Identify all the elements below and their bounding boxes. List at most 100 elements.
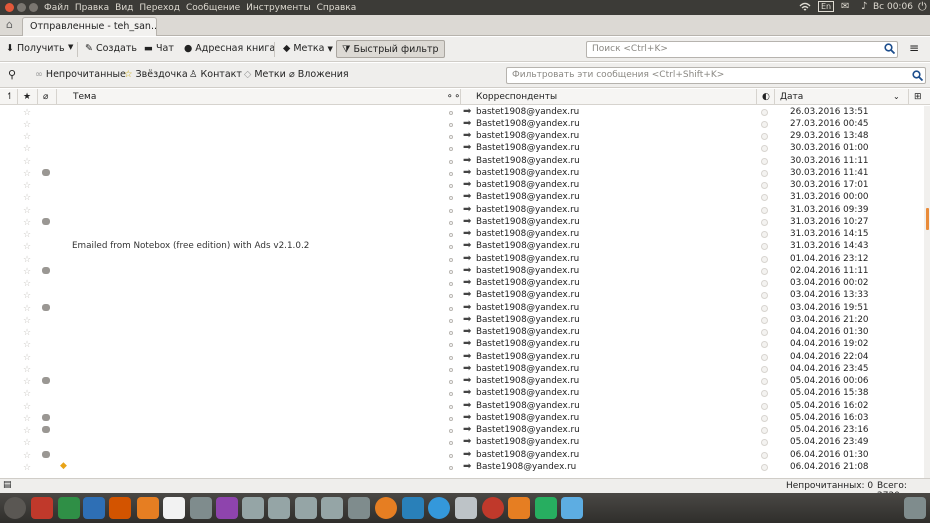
message-row[interactable]: ☆ ➡ Baste1908@yandex.ru 06.04.2016 21:08 xyxy=(0,461,924,474)
read-status-icon[interactable] xyxy=(449,257,453,262)
star-column-icon[interactable]: ★ xyxy=(23,92,31,102)
message-row[interactable]: ☆ ➡ Bastet1908@yandex.ru 31.03.2016 00:00 xyxy=(0,191,924,204)
star-toggle-icon[interactable]: ☆ xyxy=(23,267,31,277)
junk-status-icon[interactable] xyxy=(761,463,768,471)
drive-icon[interactable] xyxy=(242,497,264,519)
read-status-column-icon[interactable]: ⚬⚬ xyxy=(446,92,461,102)
junk-status-icon[interactable] xyxy=(761,267,768,275)
junk-status-icon[interactable] xyxy=(761,304,768,312)
read-status-icon[interactable] xyxy=(449,306,453,311)
presentation-icon[interactable] xyxy=(109,497,131,519)
read-status-icon[interactable] xyxy=(449,416,453,421)
document-icon[interactable] xyxy=(83,497,105,519)
message-row[interactable]: ☆ ➡ bastet1908@yandex.ru 02.04.2016 11:11 xyxy=(0,265,924,278)
junk-status-icon[interactable] xyxy=(761,390,768,398)
activity-icon[interactable]: ▤ xyxy=(3,480,12,490)
read-status-icon[interactable] xyxy=(449,441,453,446)
message-row[interactable]: ☆ ➡ Bastet1908@yandex.ru 30.03.2016 11:11 xyxy=(0,155,924,168)
message-row[interactable]: ☆ ➡ bastet1908@yandex.ru 05.04.2016 00:06 xyxy=(0,375,924,388)
vlc-icon[interactable] xyxy=(508,497,530,519)
junk-status-icon[interactable] xyxy=(761,316,768,324)
read-status-icon[interactable] xyxy=(449,220,453,225)
cloud-icon[interactable] xyxy=(561,497,583,519)
message-row[interactable]: ☆ ➡ Bastet1908@yandex.ru 31.03.2016 10:27 xyxy=(0,216,924,229)
star-toggle-icon[interactable]: ☆ xyxy=(23,181,31,191)
read-status-icon[interactable] xyxy=(449,355,453,360)
compose-button[interactable]: ✎ Создать xyxy=(85,43,137,54)
menu-help[interactable]: Справка xyxy=(317,3,357,13)
thread-column-icon[interactable]: ↿ xyxy=(6,92,14,102)
filter-starred-button[interactable]: ☆ Звёздочка xyxy=(124,69,188,80)
junk-status-icon[interactable] xyxy=(761,329,768,336)
junk-status-icon[interactable] xyxy=(761,169,768,177)
junk-status-icon[interactable] xyxy=(761,414,768,422)
message-row[interactable]: ☆ ➡ bastet1908@yandex.ru 04.04.2016 23:45 xyxy=(0,363,924,376)
message-row[interactable]: ☆ ➡ Bastet1908@yandex.ru 04.04.2016 19:02 xyxy=(0,338,924,351)
filter-attachments-button[interactable]: ⌀ Вложения xyxy=(289,69,349,80)
menu-go[interactable]: Переход xyxy=(139,3,180,13)
message-row[interactable]: ☆ ➡ Bastet1908@yandex.ru 05.04.2016 16:02 xyxy=(0,400,924,413)
message-row[interactable]: ☆ ➡ Bastet1908@yandex.ru 05.04.2016 23:16 xyxy=(0,424,924,437)
read-status-icon[interactable] xyxy=(449,269,453,274)
junk-status-icon[interactable] xyxy=(761,194,768,202)
spreadsheet-icon[interactable] xyxy=(58,497,80,519)
message-row[interactable]: ☆ ➡ bastet1908@yandex.ru 31.03.2016 09:39 xyxy=(0,204,924,217)
message-row[interactable]: ☆ ➡ Bastet1908@yandex.ru 27.03.2016 00:45 xyxy=(0,118,924,131)
software-center-icon[interactable] xyxy=(137,497,159,519)
message-row[interactable]: ☆ Emailed from Notebox (free edition) wit… xyxy=(0,240,924,253)
read-status-icon[interactable] xyxy=(449,196,453,201)
media-icon[interactable] xyxy=(216,497,238,519)
star-toggle-icon[interactable]: ☆ xyxy=(23,451,31,461)
message-row[interactable]: ☆ ➡ Bastet1908@yandex.ru 04.04.2016 01:30 xyxy=(0,326,924,339)
read-status-icon[interactable] xyxy=(449,453,453,458)
read-status-icon[interactable] xyxy=(449,331,453,335)
star-toggle-icon[interactable]: ☆ xyxy=(23,193,31,203)
junk-status-icon[interactable] xyxy=(761,182,768,189)
calculator-icon[interactable] xyxy=(348,497,370,519)
star-toggle-icon[interactable]: ☆ xyxy=(23,328,31,338)
star-toggle-icon[interactable]: ☆ xyxy=(23,230,31,240)
junk-status-icon[interactable] xyxy=(761,243,768,251)
star-toggle-icon[interactable]: ☆ xyxy=(23,206,31,216)
read-status-icon[interactable] xyxy=(449,122,453,127)
star-toggle-icon[interactable]: ☆ xyxy=(23,426,31,436)
pin-icon[interactable]: ⚲ xyxy=(8,68,16,81)
junk-status-icon[interactable] xyxy=(761,255,768,263)
star-toggle-icon[interactable]: ☆ xyxy=(23,255,31,265)
app-menu-icon[interactable]: ⌂ xyxy=(6,18,13,31)
read-status-icon[interactable] xyxy=(449,429,453,433)
read-status-icon[interactable] xyxy=(449,294,453,299)
star-toggle-icon[interactable]: ☆ xyxy=(23,132,31,142)
maximize-window-button[interactable] xyxy=(29,3,38,12)
read-status-icon[interactable] xyxy=(449,465,453,470)
tag-button[interactable]: ◆ Метка ▼ xyxy=(283,43,333,54)
search-icon[interactable] xyxy=(884,43,896,57)
junk-status-icon[interactable] xyxy=(761,378,768,385)
correspondents-column-header[interactable]: Корреспонденты xyxy=(476,92,557,102)
message-row[interactable]: ☆ ➡ bastet1908@yandex.ru 05.04.2016 16:03 xyxy=(0,412,924,425)
read-status-icon[interactable] xyxy=(449,245,453,250)
trash-icon[interactable] xyxy=(904,497,926,519)
read-status-icon[interactable] xyxy=(449,159,453,164)
hamburger-menu-icon[interactable]: ≡ xyxy=(909,42,919,54)
keyboard-layout-indicator[interactable]: En xyxy=(818,1,835,12)
menu-file[interactable]: Файл xyxy=(44,3,69,13)
message-row[interactable]: ☆ ➡ bastet1908@yandex.ru 26.03.2016 13:51 xyxy=(0,106,924,119)
junk-status-icon[interactable] xyxy=(761,365,768,373)
junk-column-icon[interactable]: ◐ xyxy=(762,92,770,102)
chat-button[interactable]: ▬ Чат xyxy=(144,43,174,54)
close-window-button[interactable] xyxy=(5,3,14,12)
junk-status-icon[interactable] xyxy=(761,206,768,214)
junk-status-icon[interactable] xyxy=(761,218,768,226)
message-row[interactable]: ☆ ➡ Bastet1908@yandex.ru 30.03.2016 01:00 xyxy=(0,142,924,155)
message-row[interactable]: ☆ ➡ bastet1908@yandex.ru 31.03.2016 14:15 xyxy=(0,228,924,241)
junk-status-icon[interactable] xyxy=(761,427,768,434)
junk-status-icon[interactable] xyxy=(761,145,768,153)
get-mail-button[interactable]: ⬇ Получить xyxy=(6,43,65,54)
read-status-icon[interactable] xyxy=(449,135,453,139)
star-toggle-icon[interactable]: ☆ xyxy=(23,108,31,118)
column-picker-icon[interactable]: ⊞ xyxy=(914,92,922,102)
date-column-header[interactable]: Дата xyxy=(780,92,803,102)
sort-chevron-down-icon[interactable]: ⌄ xyxy=(893,92,900,101)
read-status-icon[interactable] xyxy=(449,208,453,213)
